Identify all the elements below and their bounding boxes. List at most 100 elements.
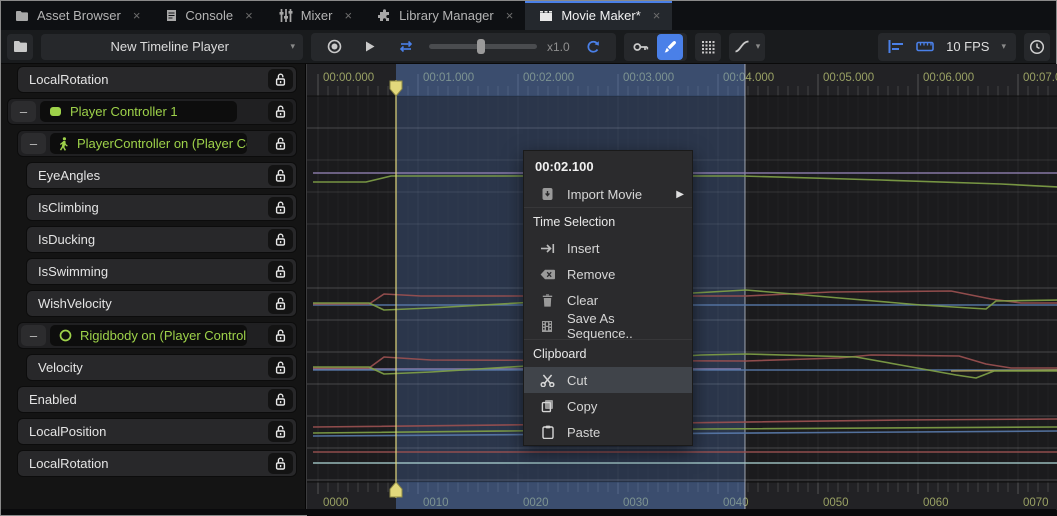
close-icon[interactable]: × bbox=[344, 8, 352, 23]
close-icon[interactable]: × bbox=[653, 8, 661, 23]
lock-button[interactable] bbox=[268, 453, 293, 474]
lock-button[interactable] bbox=[268, 165, 293, 186]
lock-icon bbox=[275, 233, 286, 246]
collapse-button[interactable]: – bbox=[21, 133, 46, 154]
collapse-button[interactable]: – bbox=[11, 101, 36, 122]
track-label: Velocity bbox=[27, 360, 268, 375]
close-icon[interactable]: × bbox=[506, 8, 514, 23]
context-menu-time-header: 00:02.100 bbox=[524, 151, 692, 181]
play-button[interactable] bbox=[357, 34, 383, 60]
tab-library-manager[interactable]: Library Manager × bbox=[364, 1, 525, 30]
close-icon[interactable]: × bbox=[245, 8, 253, 23]
menu-item-copy[interactable]: Copy bbox=[524, 393, 692, 419]
menu-item-paste[interactable]: Paste bbox=[524, 419, 692, 445]
lock-button[interactable] bbox=[268, 325, 293, 346]
lock-button[interactable] bbox=[268, 421, 293, 442]
lock-button[interactable] bbox=[268, 293, 293, 314]
playback-speed-slider[interactable] bbox=[429, 44, 537, 49]
track-row-localrotation[interactable]: LocalRotation bbox=[17, 66, 297, 93]
track-row-localrotation[interactable]: LocalRotation bbox=[17, 450, 297, 477]
sync-button[interactable] bbox=[580, 34, 606, 60]
track-row-wishvelocity[interactable]: WishVelocity bbox=[26, 290, 297, 317]
lock-button[interactable] bbox=[268, 197, 293, 218]
key-button[interactable] bbox=[628, 34, 654, 60]
track-label: Player Controller 1 bbox=[70, 104, 178, 119]
lock-button[interactable] bbox=[268, 101, 293, 122]
insert-icon bbox=[539, 243, 556, 254]
tab-label: Library Manager bbox=[399, 8, 494, 23]
time-tick-label: 00:00.000 bbox=[323, 72, 374, 84]
ruler-icon[interactable] bbox=[916, 41, 934, 52]
menu-item-import-movie[interactable]: Import Movie▶ bbox=[524, 181, 692, 207]
menu-item-insert[interactable]: Insert bbox=[524, 235, 692, 261]
chevron-down-icon: ▾ bbox=[1001, 41, 1006, 52]
menu-item-label: Import Movie bbox=[567, 187, 642, 202]
lock-button[interactable] bbox=[268, 357, 293, 378]
keyframe-tools-group bbox=[624, 33, 687, 61]
tab-mixer[interactable]: Mixer× bbox=[265, 1, 364, 30]
open-folder-button[interactable] bbox=[7, 34, 33, 60]
track-label: LocalRotation bbox=[18, 72, 268, 87]
lock-icon bbox=[275, 265, 286, 278]
interpolation-dropdown[interactable]: ▾ bbox=[729, 33, 766, 61]
track-row-isducking[interactable]: IsDucking bbox=[26, 226, 297, 253]
menu-item-save-as-sequence[interactable]: Save As Sequence.. bbox=[524, 313, 692, 339]
record-button[interactable] bbox=[321, 34, 347, 60]
track-name-chip[interactable]: PlayerController on (Player Cor bbox=[50, 133, 247, 154]
tab-asset-browser[interactable]: Asset Browser× bbox=[1, 1, 152, 30]
lock-icon bbox=[275, 169, 286, 182]
track-row-playercontroller-on-player-cor[interactable]: –PlayerController on (Player Cor bbox=[17, 130, 297, 157]
lock-icon bbox=[275, 457, 286, 470]
tab-bar: Asset Browser×Console×Mixer×Library Mana… bbox=[1, 1, 1056, 30]
track-label: WishVelocity bbox=[27, 296, 268, 311]
menu-item-label: Remove bbox=[567, 267, 615, 282]
track-row-enabled[interactable]: Enabled bbox=[17, 386, 297, 413]
menu-item-cut[interactable]: Cut bbox=[524, 367, 692, 393]
puzzle-icon bbox=[378, 9, 391, 22]
lock-button[interactable] bbox=[268, 261, 293, 282]
lock-button[interactable] bbox=[268, 389, 293, 410]
timeline-player-select[interactable]: New Timeline Player ▾ bbox=[41, 34, 303, 60]
folder-icon bbox=[13, 40, 28, 53]
chevron-down-icon: ▾ bbox=[290, 41, 295, 52]
loop-button[interactable] bbox=[393, 34, 419, 60]
time-display-button[interactable] bbox=[1024, 33, 1050, 61]
slider-handle[interactable] bbox=[477, 39, 485, 54]
brush-button[interactable] bbox=[657, 34, 683, 60]
track-name-chip[interactable]: Player Controller 1 bbox=[40, 101, 237, 122]
frame-tick-label: 0060 bbox=[923, 497, 949, 509]
copy-icon bbox=[539, 399, 556, 413]
fps-label[interactable]: 10 FPS bbox=[946, 39, 989, 54]
track-label: EyeAngles bbox=[27, 168, 268, 183]
track-row-rigidbody-on-player-controlle[interactable]: –Rigidbody on (Player Controlle bbox=[17, 322, 297, 349]
time-selection-ruler-top bbox=[396, 64, 745, 96]
track-name-chip[interactable]: Rigidbody on (Player Controlle bbox=[50, 325, 247, 346]
track-row-player-controller-1[interactable]: – Player Controller 1 bbox=[7, 98, 297, 125]
lock-button[interactable] bbox=[268, 133, 293, 154]
track-row-isclimbing[interactable]: IsClimbing bbox=[26, 194, 297, 221]
track-row-isswimming[interactable]: IsSwimming bbox=[26, 258, 297, 285]
tab-movie-maker[interactable]: Movie Maker* × bbox=[525, 1, 672, 30]
grid-snap-button[interactable] bbox=[695, 33, 721, 61]
person-icon bbox=[59, 137, 69, 151]
tab-label: Movie Maker* bbox=[561, 8, 640, 23]
track-row-eyeangles[interactable]: EyeAngles bbox=[26, 162, 297, 189]
menu-item-remove[interactable]: Remove bbox=[524, 261, 692, 287]
lock-button[interactable] bbox=[268, 69, 293, 90]
frame-tick-label: 0000 bbox=[323, 497, 349, 509]
console-icon bbox=[166, 9, 177, 22]
frame-tick-label: 0070 bbox=[1023, 497, 1049, 509]
tab-console[interactable]: Console× bbox=[152, 1, 264, 30]
menu-item-label: Paste bbox=[567, 425, 600, 440]
track-row-localposition[interactable]: LocalPosition bbox=[17, 418, 297, 445]
bottom-strip bbox=[1, 509, 1056, 515]
align-left-icon[interactable] bbox=[888, 40, 904, 53]
clock-icon bbox=[1029, 39, 1045, 55]
menu-item-clear[interactable]: Clear bbox=[524, 287, 692, 313]
collapse-button[interactable]: – bbox=[21, 325, 46, 346]
lock-icon bbox=[275, 201, 286, 214]
close-icon[interactable]: × bbox=[133, 8, 141, 23]
time-tick-label: 00:05.000 bbox=[823, 72, 874, 84]
track-row-velocity[interactable]: Velocity bbox=[26, 354, 297, 381]
lock-button[interactable] bbox=[268, 229, 293, 250]
